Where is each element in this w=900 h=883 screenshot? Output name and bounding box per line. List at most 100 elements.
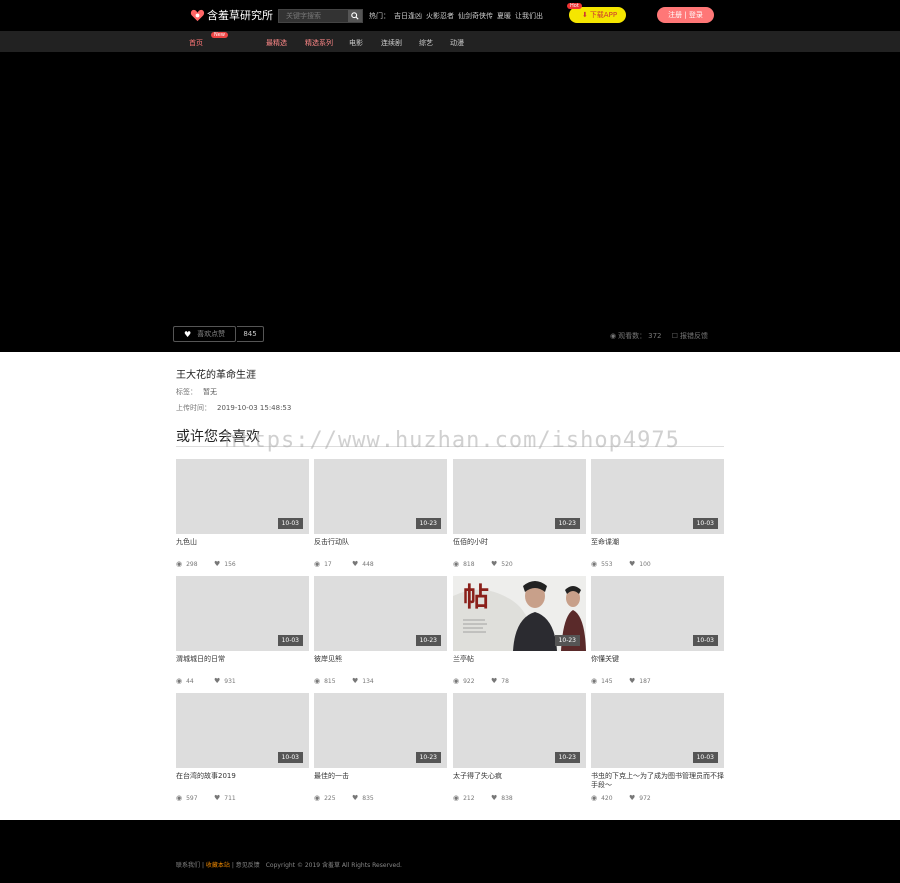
card-title[interactable]: 反击行动队 xyxy=(314,538,447,547)
views-count: 225 xyxy=(324,794,336,802)
card-title[interactable]: 渭城城日的日常 xyxy=(176,655,309,664)
video-thumbnail[interactable]: 10-03 xyxy=(176,576,309,651)
card-stats: ◉ 212 ♥ 838 xyxy=(453,794,529,802)
download-app-button[interactable]: Hot ⬇ 下载APP xyxy=(567,3,626,23)
views-count: 597 xyxy=(186,794,198,802)
login-register-button[interactable]: 注册 | 登录 xyxy=(657,7,714,23)
video-thumbnail[interactable]: 10-23 xyxy=(453,693,586,768)
views-count: 17 xyxy=(324,560,332,568)
video-thumbnail[interactable]: 帖 10-23 xyxy=(453,576,586,651)
card-stats: ◉ 145 ♥ 187 xyxy=(591,677,667,685)
nav-item-anime[interactable]: 动漫 xyxy=(450,38,464,48)
video-thumbnail[interactable]: 10-03 xyxy=(591,459,724,534)
hot-link[interactable]: 火影忍者 xyxy=(426,12,454,20)
eye-icon: ◉ xyxy=(591,794,598,802)
likes-count: 156 xyxy=(224,560,236,568)
video-thumbnail[interactable]: 10-23 xyxy=(314,459,447,534)
top-bar: 含羞草研究所 热门： 吉日逢凶火影忍者仙剑奇侠传夏暖让我们出 Hot ⬇ 下载AP… xyxy=(0,0,900,31)
card-stats: ◉ 225 ♥ 835 xyxy=(314,794,390,802)
nav-bar: 首页 New 最精选 精选系列 电影 连续剧 综艺 动漫 xyxy=(0,31,900,52)
upload-label: 上传时间： xyxy=(176,404,211,412)
nav-item-featured[interactable]: 最精选 xyxy=(266,38,287,48)
video-card[interactable]: 10-23 太子得了失心疯 ◉ 212 ♥ 838 xyxy=(453,693,586,803)
video-card[interactable]: 10-03 你懂关键 ◉ 145 ♥ 187 xyxy=(591,576,724,686)
video-card[interactable]: 10-03 在台湾的故事2019 ◉ 597 ♥ 711 xyxy=(176,693,309,803)
like-button[interactable]: ♥ 喜欢点赞 xyxy=(173,326,236,342)
views-label: 观看数： xyxy=(618,332,647,340)
new-badge: New xyxy=(211,32,228,38)
eye-icon: ◉ xyxy=(591,560,598,568)
views-count: 212 xyxy=(463,794,475,802)
likes-count: 187 xyxy=(639,677,651,685)
hot-link[interactable]: 吉日逢凶 xyxy=(394,12,422,20)
video-card[interactable]: 10-23 彼岸见熊 ◉ 815 ♥ 134 xyxy=(314,576,447,686)
footer-copyright: Copyright © 2019 含羞草 All Rights Reserved… xyxy=(265,862,402,869)
search-input[interactable] xyxy=(279,10,349,22)
logo[interactable]: 含羞草研究所 xyxy=(190,7,273,23)
video-thumbnail[interactable]: 10-23 xyxy=(314,576,447,651)
card-title[interactable]: 九色山 xyxy=(176,538,309,547)
heart-icon: ♥ xyxy=(184,329,192,339)
card-stats: ◉ 597 ♥ 711 xyxy=(176,794,252,802)
likes-count: 835 xyxy=(362,794,374,802)
video-thumbnail[interactable]: 10-03 xyxy=(591,693,724,768)
video-thumbnail[interactable]: 10-23 xyxy=(453,459,586,534)
likes-count: 520 xyxy=(501,560,513,568)
download-label: 下载APP xyxy=(589,11,618,19)
video-thumbnail[interactable]: 10-03 xyxy=(176,459,309,534)
footer-favorite-link[interactable]: 收藏本站 xyxy=(206,862,230,869)
card-stats: ◉ 553 ♥ 100 xyxy=(591,560,667,568)
date-badge: 10-23 xyxy=(554,752,580,763)
video-card[interactable]: 10-03 至命谍潮 ◉ 553 ♥ 100 xyxy=(591,459,724,569)
video-card[interactable]: 10-23 反击行动队 ◉ 17 ♥ 448 xyxy=(314,459,447,569)
video-thumbnail[interactable]: 10-03 xyxy=(591,576,724,651)
video-card[interactable]: 10-23 最佳的一击 ◉ 225 ♥ 835 xyxy=(314,693,447,803)
card-title[interactable]: 在台湾的故事2019 xyxy=(176,772,309,781)
nav-item-series[interactable]: 精选系列 xyxy=(305,38,333,48)
card-title[interactable]: 你懂关键 xyxy=(591,655,724,664)
video-thumbnail[interactable]: 10-03 xyxy=(176,693,309,768)
eye-icon: ◉ xyxy=(314,677,321,685)
card-title[interactable]: 伍佰的小时 xyxy=(453,538,586,547)
heart-icon: ♥ xyxy=(352,560,359,568)
card-title[interactable]: 最佳的一击 xyxy=(314,772,447,781)
video-thumbnail[interactable]: 10-23 xyxy=(314,693,447,768)
nav-home[interactable]: 首页 xyxy=(189,38,203,48)
nav-item-movie[interactable]: 电影 xyxy=(349,38,363,48)
heart-icon: ♥ xyxy=(352,677,359,685)
heart-icon: ♥ xyxy=(491,560,498,568)
hot-link[interactable]: 夏暖 xyxy=(497,12,511,20)
card-title[interactable]: 书虫的下克上～为了成为图书管理员而不择手段～ xyxy=(591,772,724,790)
nav-item-variety[interactable]: 综艺 xyxy=(419,38,433,48)
eye-icon: ◉ xyxy=(176,677,183,685)
video-card[interactable]: 10-03 书虫的下克上～为了成为图书管理员而不择手段～ ◉ 420 ♥ 972 xyxy=(591,693,724,803)
video-card[interactable]: 10-03 九色山 ◉ 298 ♥ 156 xyxy=(176,459,309,569)
card-stats: ◉ 420 ♥ 972 xyxy=(591,794,667,802)
date-badge: 10-03 xyxy=(692,635,718,646)
heart-icon: ♥ xyxy=(629,560,636,568)
flag-icon: ☐ xyxy=(671,332,678,340)
video-card[interactable]: 10-03 渭城城日的日常 ◉ 44 ♥ 931 xyxy=(176,576,309,686)
video-card[interactable]: 10-23 伍佰的小时 ◉ 818 ♥ 520 xyxy=(453,459,586,569)
footer-separator: | xyxy=(231,862,234,869)
hot-badge: Hot xyxy=(567,3,582,9)
footer-contact-link[interactable]: 联系我们 xyxy=(176,862,200,869)
eye-icon: ◉ xyxy=(453,560,460,568)
video-player[interactable]: ♥ 喜欢点赞 845 ◉ 观看数： 372 ☐ 报错反馈 xyxy=(0,52,900,352)
card-title[interactable]: 兰亭帖 xyxy=(453,655,586,664)
tag-label: 标签： xyxy=(176,388,197,396)
card-title[interactable]: 至命谍潮 xyxy=(591,538,724,547)
feedback-link[interactable]: 报错反馈 xyxy=(680,332,708,340)
eye-icon: ◉ xyxy=(176,560,183,568)
upload-value: 2019-10-03 15:48:53 xyxy=(217,404,292,412)
search-button[interactable] xyxy=(348,10,362,22)
eye-icon: ◉ xyxy=(610,332,617,340)
hot-link[interactable]: 仙剑奇侠传 xyxy=(458,12,493,20)
card-stats: ◉ 815 ♥ 134 xyxy=(314,677,390,685)
video-card[interactable]: 帖 10-23 兰亭帖 ◉ 922 ♥ 78 xyxy=(453,576,586,686)
hot-link[interactable]: 让我们出 xyxy=(515,12,543,20)
nav-item-tv[interactable]: 连续剧 xyxy=(381,38,402,48)
card-title[interactable]: 太子得了失心疯 xyxy=(453,772,586,781)
card-title[interactable]: 彼岸见熊 xyxy=(314,655,447,664)
footer-feedback-link[interactable]: 意见反馈 xyxy=(236,862,260,869)
